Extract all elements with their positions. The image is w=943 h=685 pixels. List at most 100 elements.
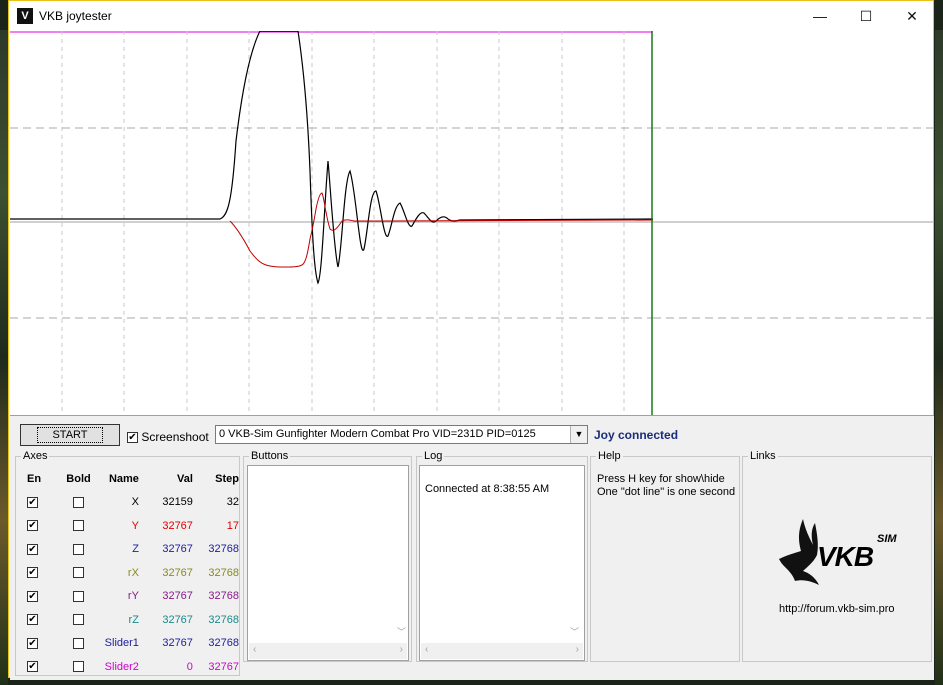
minimize-button[interactable]: — bbox=[797, 1, 843, 31]
axis-bold-checkbox[interactable] bbox=[73, 661, 85, 673]
axis-bold-checkbox[interactable] bbox=[73, 637, 85, 649]
help-group-title: Help bbox=[596, 450, 623, 462]
axis-enable-checkbox[interactable]: ✔ bbox=[27, 567, 38, 579]
axis-row-slider1: ✔ Slider1 32767 32768 bbox=[22, 632, 239, 656]
axis-step: 32768 bbox=[208, 543, 239, 556]
axis-row-z: ✔ Z 32767 32768 bbox=[22, 538, 239, 562]
axis-name: rX bbox=[127, 566, 139, 579]
screenshot-checkbox[interactable]: ✔ bbox=[127, 432, 138, 444]
close-button[interactable]: ✕ bbox=[889, 1, 935, 31]
header-step: Step bbox=[215, 472, 239, 485]
plot-extended-area bbox=[653, 31, 933, 415]
log-group: Log Connected at 8:38:55 AM ﹀ ‹ › bbox=[416, 450, 588, 662]
title-bar[interactable]: V VKB joytester — ☐ ✕ bbox=[9, 1, 933, 31]
axis-value: 32767 bbox=[162, 519, 193, 532]
vkb-sim-logo[interactable]: VKB SIM bbox=[777, 515, 907, 595]
header-name: Name bbox=[108, 472, 139, 485]
axes-group: Axes En Bold Name Val Step ✔ X 32159 32 bbox=[15, 450, 240, 679]
axis-enable-checkbox[interactable]: ✔ bbox=[27, 590, 38, 602]
start-button[interactable]: START bbox=[20, 424, 120, 446]
header-val: Val bbox=[177, 472, 193, 485]
screenshot-option[interactable]: ✔ Screenshoot bbox=[127, 430, 209, 444]
scroll-right-arrow-icon[interactable]: › bbox=[576, 644, 579, 655]
axis-value: 32767 bbox=[162, 590, 193, 603]
help-line-1: Press H key for show\hide bbox=[597, 473, 725, 485]
help-group: Help Press H key for show\hide One "dot … bbox=[590, 450, 740, 662]
axis-row-ry: ✔ rY 32767 32768 bbox=[22, 585, 239, 609]
axis-name: Slider1 bbox=[104, 637, 139, 650]
logo-superscript: SIM bbox=[877, 533, 897, 545]
axis-step: 32768 bbox=[208, 613, 239, 626]
header-en: En bbox=[27, 472, 42, 485]
axis-enable-checkbox[interactable]: ✔ bbox=[27, 520, 38, 532]
axis-row-x: ✔ X 32159 32 bbox=[22, 491, 239, 515]
axis-bold-checkbox[interactable] bbox=[73, 567, 85, 579]
scroll-left-arrow-icon[interactable]: ‹ bbox=[253, 644, 256, 655]
log-listbox[interactable]: Connected at 8:38:55 AM ﹀ ‹ › bbox=[419, 465, 585, 661]
axis-row-rz: ✔ rZ 32767 32768 bbox=[22, 608, 239, 632]
scroll-down-arrow-icon[interactable]: ﹀ bbox=[397, 625, 406, 638]
header-bold: Bold bbox=[66, 472, 91, 485]
maximize-button[interactable]: ☐ bbox=[843, 1, 889, 31]
axes-header-row: En Bold Name Val Step bbox=[22, 467, 239, 491]
help-text: Press H key for show\hide One "dot line"… bbox=[597, 473, 735, 499]
app-window: V VKB joytester — ☐ ✕ START ✔ Screenshoo… bbox=[8, 0, 934, 680]
axis-enable-checkbox[interactable]: ✔ bbox=[27, 661, 38, 673]
axis-step: 32 bbox=[226, 496, 239, 509]
axis-trace-svg bbox=[10, 31, 653, 415]
axis-name: Slider2 bbox=[104, 660, 139, 673]
log-group-title: Log bbox=[422, 450, 445, 462]
log-horizontal-scrollbar[interactable]: ‹ › bbox=[421, 643, 583, 659]
axis-plot-canvas bbox=[10, 31, 653, 415]
device-select-value: 0 VKB-Sim Gunfighter Modern Combat Pro V… bbox=[219, 428, 536, 440]
axis-value: 32767 bbox=[162, 637, 193, 650]
scroll-down-arrow-icon[interactable]: ﹀ bbox=[570, 625, 579, 638]
axis-name: X bbox=[131, 496, 139, 509]
control-panel: START ✔ Screenshoot 0 VKB-Sim Gunfighter… bbox=[10, 415, 934, 680]
window-title: VKB joytester bbox=[39, 9, 112, 23]
axis-step: 32768 bbox=[208, 590, 239, 603]
device-select[interactable]: 0 VKB-Sim Gunfighter Modern Combat Pro V… bbox=[215, 425, 588, 444]
screenshot-label: Screenshoot bbox=[141, 430, 209, 444]
axis-enable-checkbox[interactable]: ✔ bbox=[27, 543, 38, 555]
axes-group-title: Axes bbox=[21, 450, 50, 462]
scroll-right-arrow-icon[interactable]: › bbox=[400, 644, 403, 655]
forum-link[interactable]: http://forum.vkb-sim.pro bbox=[779, 603, 895, 615]
axis-bold-checkbox[interactable] bbox=[73, 496, 85, 508]
vkb-app-icon: V bbox=[17, 8, 33, 24]
links-group-title: Links bbox=[748, 450, 778, 462]
desktop-background-left bbox=[0, 30, 8, 685]
axis-bold-checkbox[interactable] bbox=[73, 614, 85, 626]
axis-value: 32767 bbox=[162, 566, 193, 579]
buttons-listbox[interactable]: ﹀ ‹ › bbox=[247, 465, 409, 661]
axis-step: 32767 bbox=[208, 660, 239, 673]
axis-bold-checkbox[interactable] bbox=[73, 590, 85, 602]
buttons-horizontal-scrollbar[interactable]: ‹ › bbox=[249, 643, 407, 659]
axis-enable-checkbox[interactable]: ✔ bbox=[27, 614, 38, 626]
logo-text: VKB bbox=[817, 541, 874, 572]
desktop-background-right bbox=[935, 30, 943, 685]
connection-status: Joy connected bbox=[594, 428, 679, 442]
axis-value: 32767 bbox=[162, 543, 193, 556]
log-entry: Connected at 8:38:55 AM bbox=[425, 483, 550, 495]
axis-step: 32768 bbox=[208, 566, 239, 579]
scroll-left-arrow-icon[interactable]: ‹ bbox=[425, 644, 428, 655]
buttons-group-title: Buttons bbox=[249, 450, 291, 462]
axis-bold-checkbox[interactable] bbox=[73, 520, 85, 532]
axis-row-y: ✔ Y 32767 17 bbox=[22, 514, 239, 538]
x-axis-trace bbox=[10, 31, 653, 285]
axis-bold-checkbox[interactable] bbox=[73, 543, 85, 555]
axis-row-slider2: ✔ Slider2 0 32767 bbox=[22, 655, 239, 679]
axis-name: rY bbox=[127, 590, 139, 603]
axis-enable-checkbox[interactable]: ✔ bbox=[27, 637, 38, 649]
axis-value: 0 bbox=[186, 660, 193, 673]
axis-name: Z bbox=[132, 543, 139, 556]
axis-enable-checkbox[interactable]: ✔ bbox=[27, 496, 38, 508]
links-group: Links VKB SIM http://forum.vkb-sim.pro bbox=[742, 450, 932, 662]
buttons-group: Buttons ﹀ ‹ › bbox=[243, 450, 412, 662]
axis-step: 32768 bbox=[208, 637, 239, 650]
axis-value: 32767 bbox=[162, 613, 193, 626]
chevron-down-icon[interactable]: ▼ bbox=[570, 426, 587, 443]
axis-value: 32159 bbox=[162, 496, 193, 509]
eagle-icon bbox=[779, 519, 819, 585]
